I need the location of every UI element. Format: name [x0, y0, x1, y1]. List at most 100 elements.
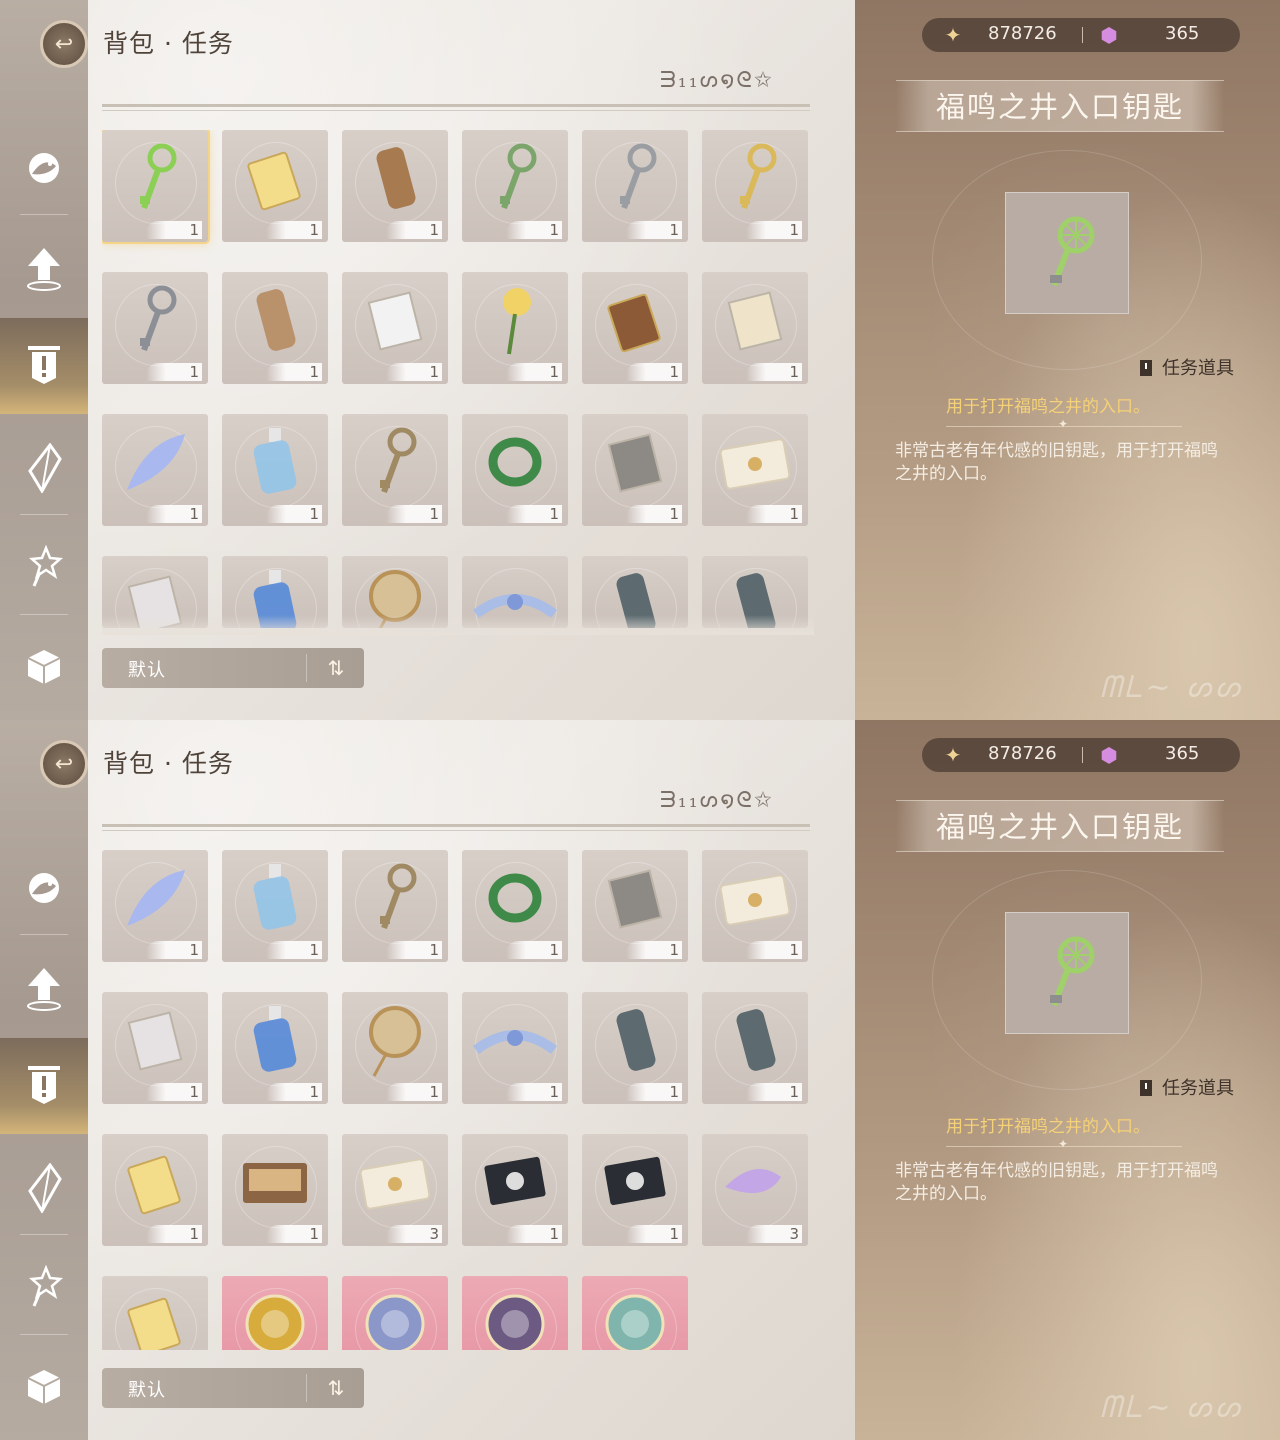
music-sheet-icon	[702, 272, 808, 368]
page-title: 背包 · 任务	[103, 29, 234, 58]
inventory-slot[interactable]	[222, 1276, 328, 1350]
letters-icon	[102, 992, 208, 1088]
sidebar-item-upgrade[interactable]	[0, 220, 88, 316]
sidebar-item-quest[interactable]	[0, 318, 88, 414]
inventory-slot[interactable]: 1	[582, 850, 688, 962]
back-button[interactable]: ↩	[40, 20, 88, 68]
sort-toggle-icon[interactable]: ⇅	[316, 654, 356, 682]
inventory-slot[interactable]: 1	[582, 1134, 688, 1246]
item-count: 1	[386, 221, 442, 239]
item-count: 1	[146, 941, 202, 959]
inventory-slot[interactable]: 1	[702, 272, 808, 384]
item-name: 福鸣之井入口钥匙	[935, 90, 1184, 124]
sidebar-item-fish[interactable]	[0, 840, 88, 936]
gem-amount: 365	[1165, 743, 1200, 764]
inventory-slot[interactable]: 1	[342, 850, 448, 962]
sidebar-item-star[interactable]	[0, 518, 88, 614]
sidebar-item-crystal[interactable]	[0, 420, 88, 516]
inventory-slot[interactable]	[582, 1276, 688, 1350]
currency-bar: ✦ 878726 ⬢ 365	[922, 738, 1240, 772]
silver-wolf-badge-icon	[342, 1276, 448, 1350]
inventory-slot[interactable]: 1	[462, 850, 568, 962]
inventory-slot[interactable]: 1	[222, 272, 328, 384]
inventory-slot[interactable]: 1	[342, 272, 448, 384]
sort-toggle-icon[interactable]: ⇅	[316, 1374, 356, 1402]
inventory-slot[interactable]: 1	[222, 992, 328, 1104]
sort-dropdown[interactable]: 默认 ⇅	[102, 648, 364, 688]
quest-tag-icon	[1140, 360, 1152, 376]
inventory-slot[interactable]: 1	[462, 414, 568, 526]
sidebar-item-fish[interactable]	[0, 120, 88, 216]
item-preview	[1005, 912, 1129, 1034]
inventory-slot[interactable]: 1	[702, 992, 808, 1104]
inventory-slot[interactable]: 1	[582, 992, 688, 1104]
ornate-green-key-icon	[462, 130, 568, 226]
inventory-slot[interactable]	[342, 1276, 448, 1350]
item-count: 1	[266, 505, 322, 523]
inventory-slot[interactable]: 1	[582, 414, 688, 526]
butterfly-badge-icon	[582, 1276, 688, 1350]
inventory-slot[interactable]: 1	[102, 130, 210, 244]
sidebar-item-quest[interactable]	[0, 1038, 88, 1134]
up-arrow-icon	[27, 248, 61, 291]
inventory-slot[interactable]: 1	[702, 130, 808, 242]
brown-notebook-icon	[582, 272, 688, 368]
inventory-slot[interactable]: 1	[222, 850, 328, 962]
inventory-slot[interactable]: 1	[702, 414, 808, 526]
inventory-slot[interactable]: 1	[342, 414, 448, 526]
item-count: 1	[626, 505, 682, 523]
gem-icon: ⬢	[1100, 23, 1118, 47]
item-grid: 1 1 1 1 1 1 1 1 1 1 1 1 1 1 3 1 1 3	[102, 850, 814, 1350]
inventory-slot[interactable]: 1	[462, 1134, 568, 1246]
item-count: 1	[146, 1083, 202, 1101]
sidebar-item-crystal[interactable]	[0, 1140, 88, 1236]
inventory-slot[interactable]: 1	[222, 130, 328, 242]
inventory-slot[interactable]: 1	[102, 272, 208, 384]
sort-dropdown[interactable]: 默认 ⇅	[102, 1368, 364, 1408]
item-count: 1	[386, 363, 442, 381]
item-count: 1	[266, 1225, 322, 1243]
inventory-slot[interactable]: 1	[342, 130, 448, 242]
inventory-slot[interactable]: 1	[102, 1134, 208, 1246]
inventory-slot[interactable]	[462, 1276, 568, 1350]
sidebar-item-box[interactable]	[0, 1338, 88, 1434]
inventory-slot[interactable]: 1	[702, 850, 808, 962]
inventory-slot[interactable]: 1	[342, 992, 448, 1104]
inventory-slot[interactable]: 1	[462, 992, 568, 1104]
sidebar-item-upgrade[interactable]	[0, 940, 88, 1036]
sort-label: 默认	[128, 1380, 166, 1401]
inventory-slot[interactable]: 3	[702, 1134, 808, 1246]
back-button[interactable]: ↩	[40, 740, 88, 788]
inventory-slot[interactable]: 1	[222, 1134, 328, 1246]
item-count: 1	[506, 1083, 562, 1101]
item-type: 任务道具	[1140, 354, 1234, 380]
inventory-screen-2: ↩ 背包 · 任务 ᗱ₁₁ᔕ໑ᘓ✩ 1 1 1 1 1 1 1 1 1 1 1 1 1 1 3 1 1 3 默认 …	[0, 720, 1280, 1440]
sidebar-item-box[interactable]	[0, 618, 88, 714]
item-count: 1	[386, 505, 442, 523]
detail-divider	[946, 1137, 1182, 1152]
inventory-slot[interactable]: 1	[462, 272, 568, 384]
inventory-slot[interactable]	[102, 1276, 208, 1350]
inventory-slot[interactable]: 1	[102, 850, 208, 962]
item-count: 1	[626, 221, 682, 239]
item-count: 1	[266, 363, 322, 381]
inventory-slot[interactable]: 1	[582, 272, 688, 384]
inventory-slot[interactable]: 3	[342, 1134, 448, 1246]
purple-fish-icon	[702, 1134, 808, 1230]
currency-divider	[1082, 747, 1083, 763]
sidebar-item-star[interactable]	[0, 1238, 88, 1334]
yellow-book-icon	[222, 130, 328, 226]
category-sidebar	[0, 0, 88, 720]
inventory-slot[interactable]: 1	[582, 130, 688, 242]
inventory-slot[interactable]: 1	[222, 414, 328, 526]
inventory-slot[interactable]: 1	[102, 414, 208, 526]
page-title: 背包 · 任务	[103, 749, 234, 778]
inventory-slot[interactable]: 1	[102, 992, 208, 1104]
sealed-envelope-icon	[702, 850, 808, 946]
inventory-slot[interactable]: 1	[462, 130, 568, 242]
item-count: 1	[626, 363, 682, 381]
item-count: 1	[746, 221, 802, 239]
header-divider-thin	[102, 110, 810, 111]
bronze-key-icon	[342, 414, 448, 510]
item-count: 1	[746, 941, 802, 959]
